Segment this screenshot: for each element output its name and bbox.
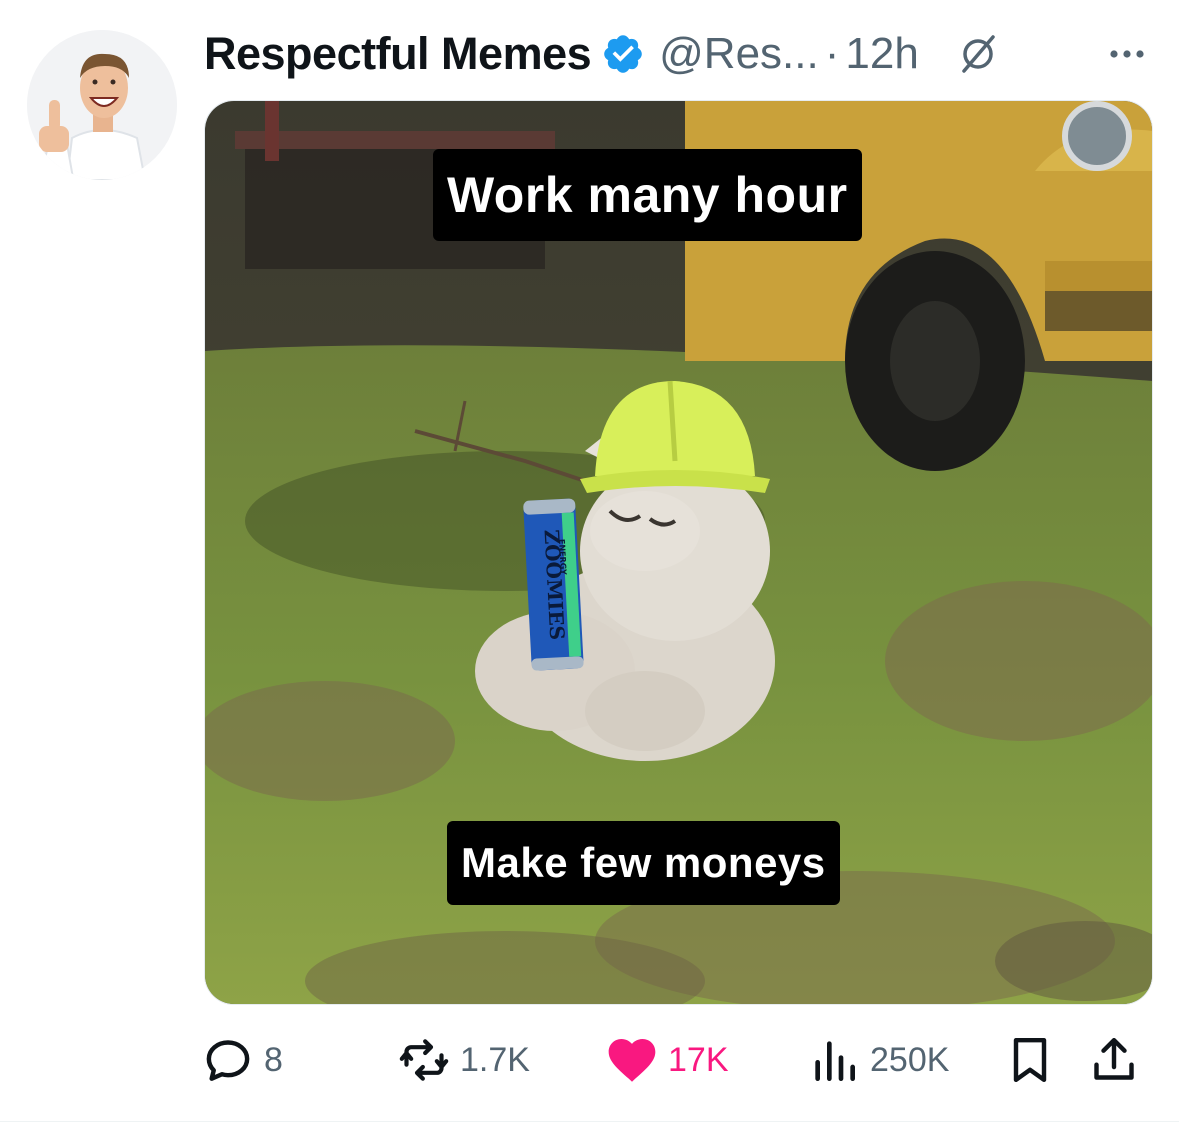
repost-count: 1.7K xyxy=(460,1040,530,1079)
action-bar: 8 1.7K 17K 250K xyxy=(200,1025,1160,1095)
views-button[interactable]: 250K xyxy=(806,1025,949,1095)
repost-button[interactable]: 1.7K xyxy=(396,1025,530,1095)
can-sub-text: ENERGY xyxy=(557,539,568,576)
like-button[interactable]: 17K xyxy=(604,1025,729,1095)
avatar[interactable] xyxy=(27,30,177,180)
more-icon[interactable] xyxy=(1102,29,1152,79)
like-count: 17K xyxy=(668,1040,729,1079)
timestamp[interactable]: 12h xyxy=(845,29,918,79)
tweet-header: Respectful Memes @Res... · 12h xyxy=(204,24,1154,84)
avatar-image xyxy=(27,30,177,180)
reply-icon xyxy=(206,1040,250,1081)
share-icon xyxy=(1094,1037,1134,1080)
bookmark-button[interactable] xyxy=(1002,1025,1058,1095)
reply-button[interactable]: 8 xyxy=(200,1025,283,1095)
share-button[interactable] xyxy=(1086,1025,1142,1095)
divider xyxy=(0,1121,1179,1122)
separator-dot: · xyxy=(824,29,840,78)
bookmark-icon xyxy=(1013,1037,1047,1083)
tweet-media[interactable]: ZOOMIES ENERGY Work many hour Make few m… xyxy=(204,100,1153,1005)
caption-top: Work many hour xyxy=(433,149,862,241)
author-handle[interactable]: @Res... xyxy=(659,29,819,79)
author-name[interactable]: Respectful Memes xyxy=(204,28,592,80)
views-icon xyxy=(815,1041,855,1081)
views-count: 250K xyxy=(870,1040,950,1079)
caption-bottom: Make few moneys xyxy=(447,821,840,905)
verified-badge-icon[interactable] xyxy=(601,32,645,76)
grok-icon[interactable] xyxy=(953,29,1003,79)
reply-count: 8 xyxy=(264,1040,283,1079)
heart-icon xyxy=(608,1039,656,1082)
repost-icon xyxy=(399,1039,449,1081)
